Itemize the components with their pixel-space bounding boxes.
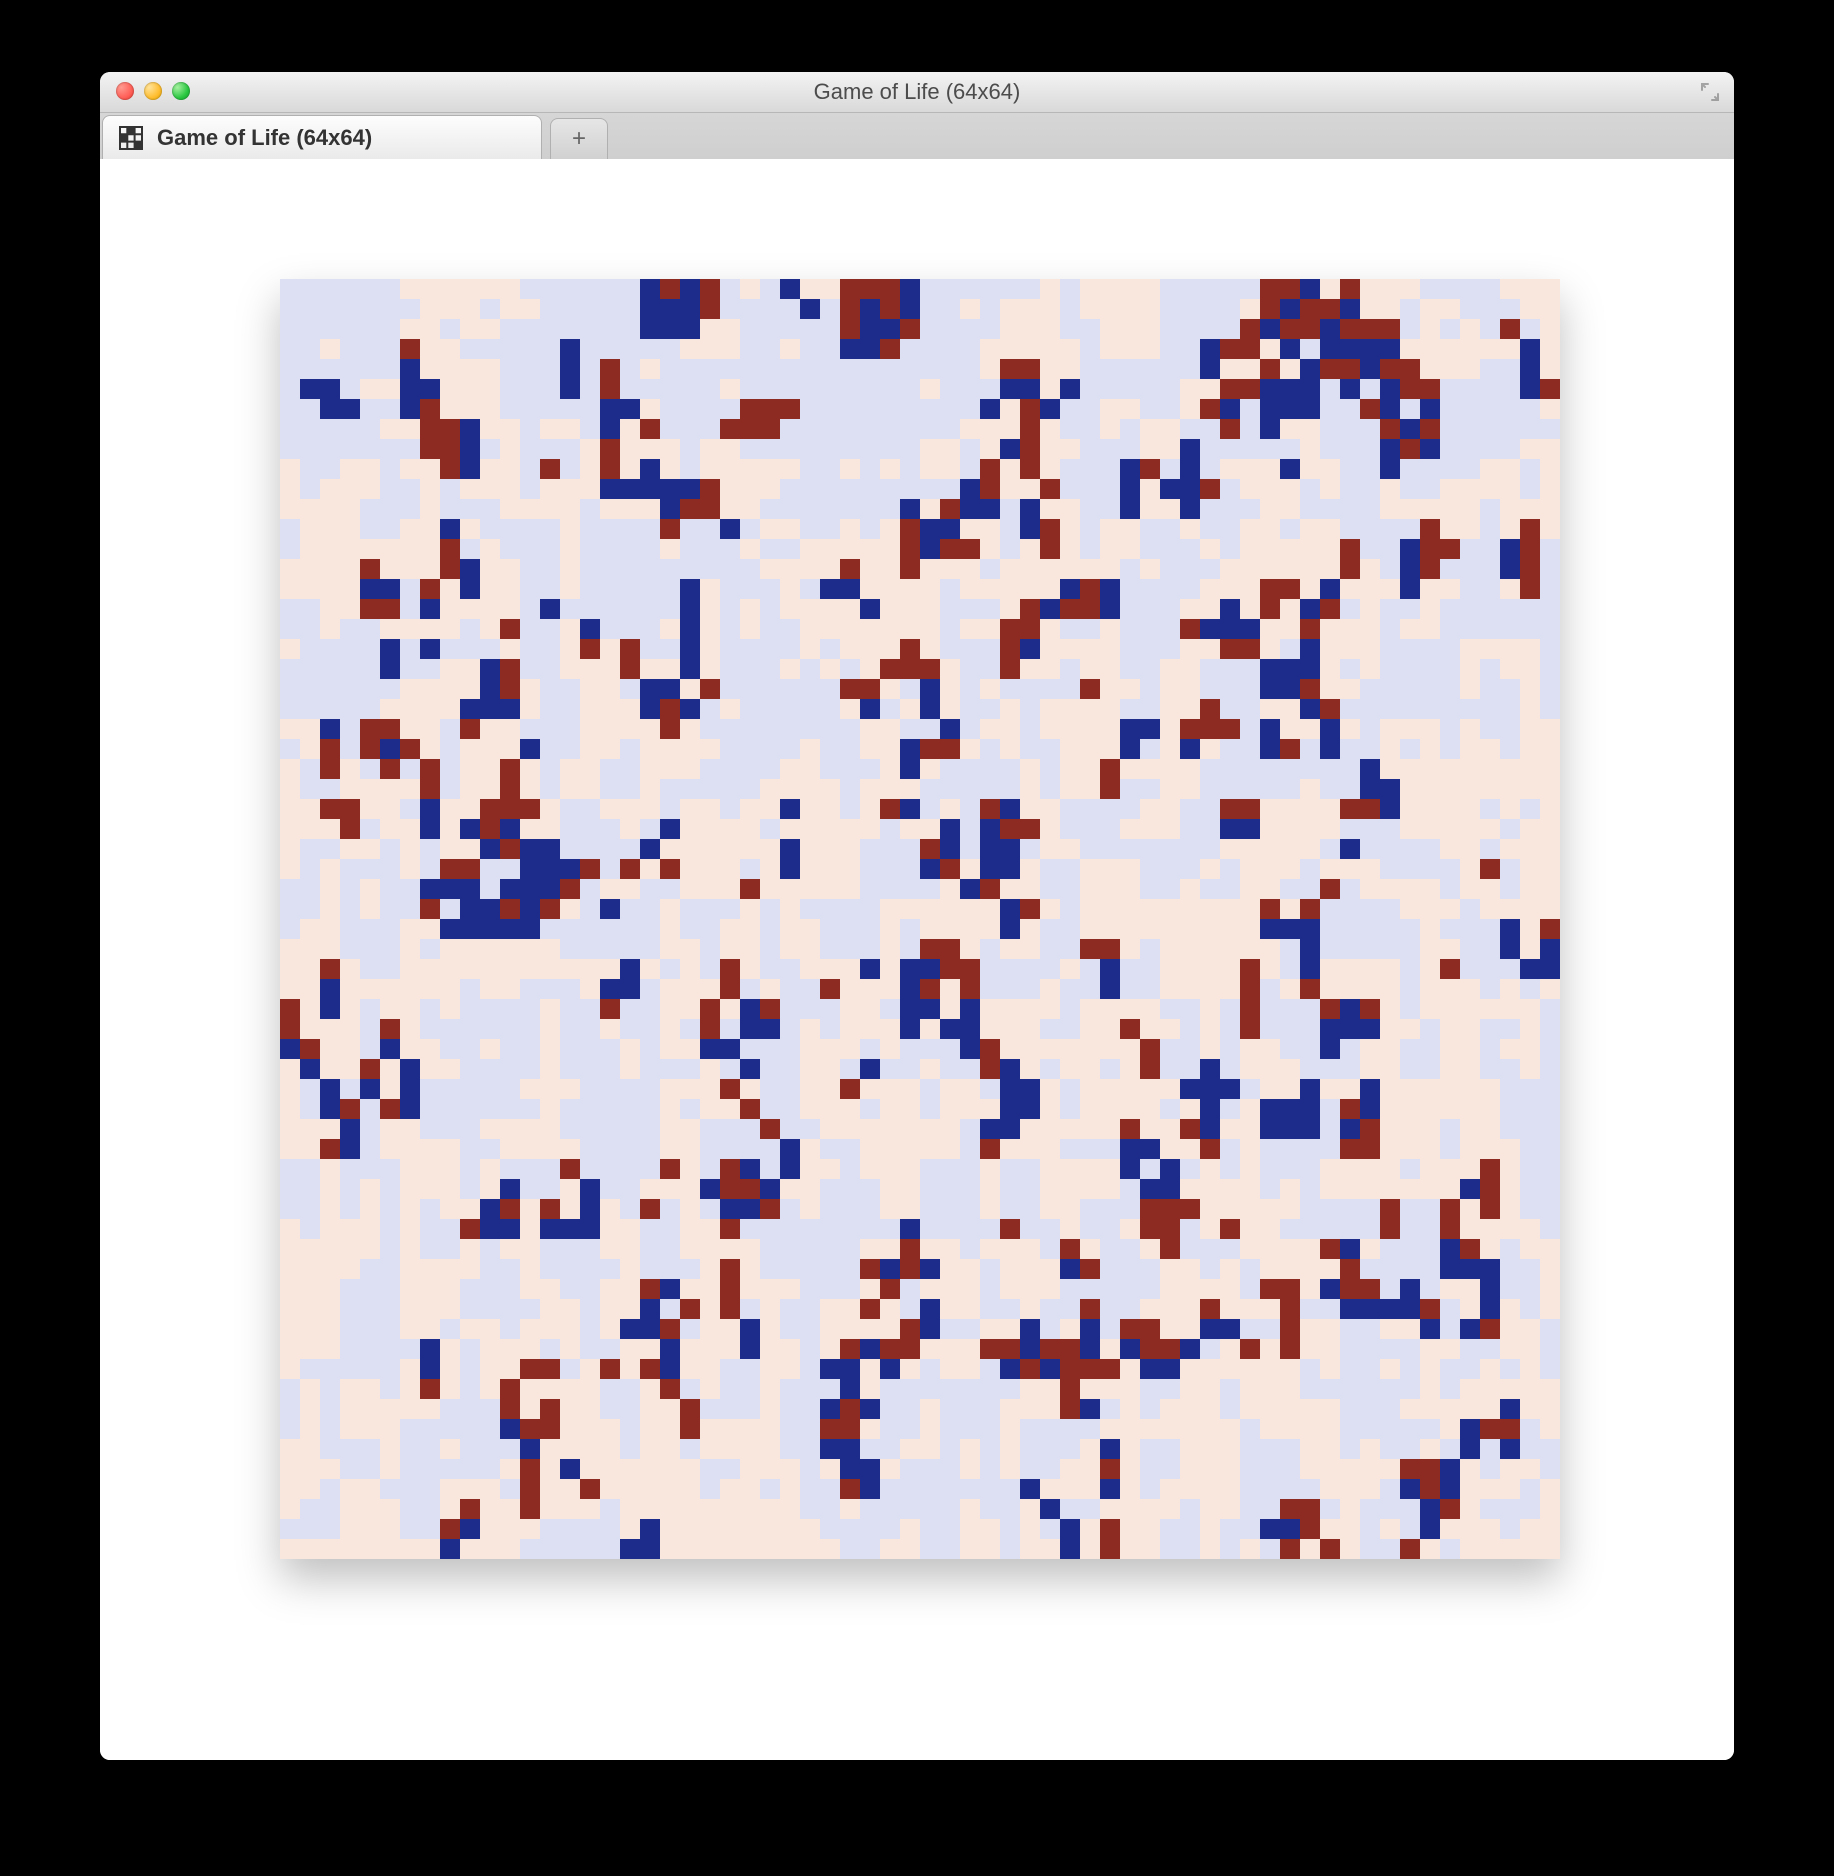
tab-label: Game of Life (64x64) <box>157 125 372 151</box>
game-board[interactable] <box>280 279 1560 1559</box>
app-window: Game of Life (64x64) <box>100 72 1734 1760</box>
window-title: Game of Life (64x64) <box>100 72 1734 112</box>
window-titlebar[interactable]: Game of Life (64x64) <box>100 72 1734 113</box>
game-grid-canvas[interactable] <box>280 279 1560 1559</box>
plus-icon: + <box>572 125 586 153</box>
tab-strip: Game of Life (64x64) + <box>100 113 1734 160</box>
device-frame: Game of Life (64x64) <box>40 20 1794 1836</box>
grid-icon <box>119 126 143 150</box>
fullscreen-icon[interactable] <box>1700 82 1720 102</box>
new-tab-button[interactable]: + <box>550 118 608 159</box>
tab-game-of-life[interactable]: Game of Life (64x64) <box>102 115 542 159</box>
content-area <box>100 159 1734 1760</box>
